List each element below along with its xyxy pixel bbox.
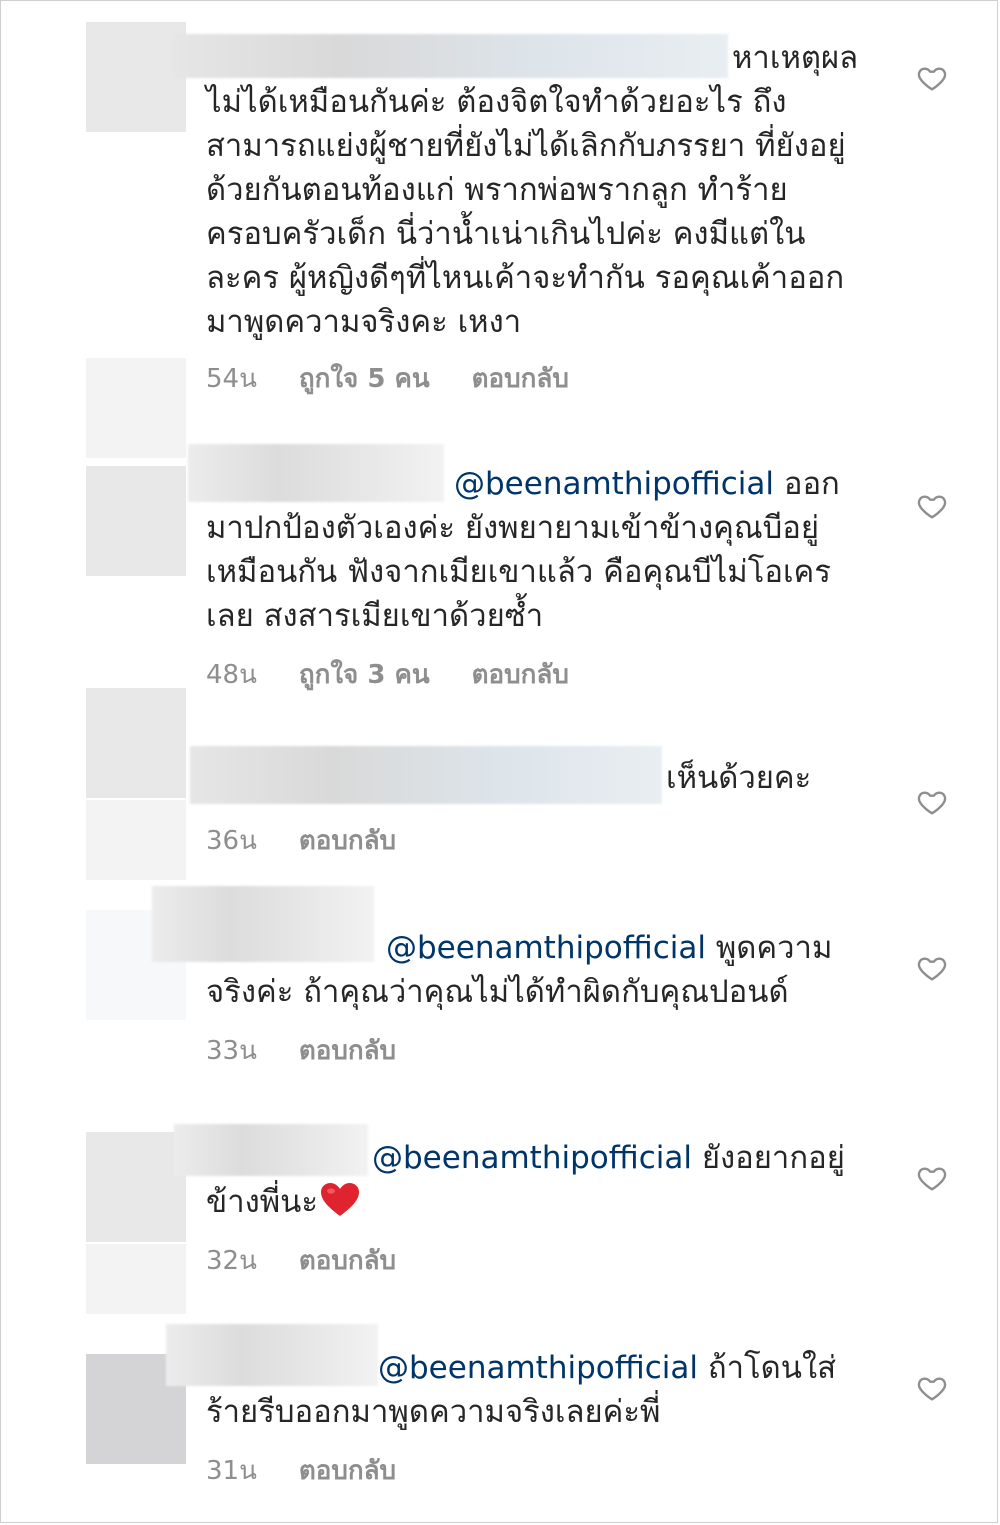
mention-link[interactable]: @beenamthipofficial bbox=[372, 1140, 692, 1176]
comment-first-line-text: ถ้าโดนใส่ bbox=[697, 1350, 837, 1386]
comment-text: หาเหตุผล ไม่ได้เหมือนกันค่ะ ต้องจิตใจทำด… bbox=[206, 36, 866, 344]
like-button[interactable] bbox=[916, 62, 948, 94]
likes-count[interactable]: ถูกใจ 3 คน bbox=[299, 654, 430, 695]
comment-body: มาปกป้องตัวเองค่ะ ยังพยายามเข้าข้างคุณบี… bbox=[206, 510, 831, 634]
avatar[interactable] bbox=[86, 688, 186, 798]
heart-outline-icon bbox=[917, 1377, 947, 1401]
like-button[interactable] bbox=[916, 1162, 948, 1194]
heart-outline-icon bbox=[917, 1167, 947, 1191]
comment-meta: 31น ตอบกลับ bbox=[206, 1450, 396, 1491]
comment-text: @beenamthipofficial ออก มาปกป้องตัวเองค่… bbox=[206, 462, 866, 638]
heart-outline-icon bbox=[917, 67, 947, 91]
comment-first-line-text: ยังอยากอยู่ bbox=[691, 1140, 845, 1176]
like-button[interactable] bbox=[916, 786, 948, 818]
comment-text: เห็นด้วยคะ bbox=[206, 756, 866, 800]
comment-time: 54น bbox=[206, 364, 257, 394]
comment-first-line: @beenamthipofficial ยังอยากอยู่ bbox=[206, 1136, 866, 1180]
reply-button[interactable]: ตอบกลับ bbox=[299, 1030, 396, 1071]
comment-first-line: เห็นด้วยคะ bbox=[666, 760, 812, 796]
comment-meta: 54น ถูกใจ 5 คน ตอบกลับ bbox=[206, 358, 569, 399]
comment-meta: 32น ตอบกลับ bbox=[206, 1240, 396, 1281]
avatar[interactable] bbox=[86, 1132, 186, 1242]
like-button[interactable] bbox=[916, 1372, 948, 1404]
reply-button[interactable]: ตอบกลับ bbox=[299, 1450, 396, 1491]
reply-button[interactable]: ตอบกลับ bbox=[299, 820, 396, 861]
mention-link[interactable]: @beenamthipofficial bbox=[386, 930, 706, 966]
heart-outline-icon bbox=[917, 495, 947, 519]
reply-button[interactable]: ตอบกลับ bbox=[299, 1240, 396, 1281]
comment-first-line-text: ออก bbox=[773, 466, 840, 502]
comment-text: @beenamthipofficial ยังอยากอยู่ ข้างพี่น… bbox=[206, 1136, 866, 1224]
comment-time: 32น bbox=[206, 1246, 257, 1276]
reply-button[interactable]: ตอบกลับ bbox=[472, 358, 569, 399]
avatar bbox=[86, 800, 186, 880]
avatar bbox=[86, 358, 186, 458]
heart-outline-icon bbox=[917, 791, 947, 815]
avatar bbox=[86, 1244, 186, 1314]
comment-body: ข้างพี่นะ bbox=[206, 1184, 319, 1220]
comment-meta: 48น ถูกใจ 3 คน ตอบกลับ bbox=[206, 654, 569, 695]
heart-outline-icon bbox=[917, 957, 947, 981]
comment-body: ร้ายรีบออกมาพูดความจริงเลยค่ะพี่ bbox=[206, 1394, 661, 1430]
comment-time: 48น bbox=[206, 660, 257, 690]
comment-text: @beenamthipofficial พูดความ จริงค่ะ ถ้าค… bbox=[206, 926, 866, 1014]
mention-link[interactable]: @beenamthipofficial bbox=[454, 466, 774, 502]
likes-count[interactable]: ถูกใจ 5 คน bbox=[299, 358, 430, 399]
comment-first-line-text: พูดความ bbox=[705, 930, 833, 966]
comment-meta: 36น ตอบกลับ bbox=[206, 820, 396, 861]
mention-link[interactable]: @beenamthipofficial bbox=[378, 1350, 698, 1386]
comment-body: จริงค่ะ ถ้าคุณว่าคุณไม่ได้ทำผิดกับคุณปอน… bbox=[206, 974, 789, 1010]
comment-first-line: @beenamthipofficial ถ้าโดนใส่ bbox=[206, 1346, 866, 1390]
comment-first-line: @beenamthipofficial ออก bbox=[206, 462, 866, 506]
avatar[interactable] bbox=[86, 466, 186, 576]
comment-time: 31น bbox=[206, 1456, 257, 1486]
comment-first-line: @beenamthipofficial พูดความ bbox=[206, 926, 866, 970]
reply-button[interactable]: ตอบกลับ bbox=[472, 654, 569, 695]
comment-meta: 33น ตอบกลับ bbox=[206, 1030, 396, 1071]
comment-text: @beenamthipofficial ถ้าโดนใส่ ร้ายรีบออก… bbox=[206, 1346, 866, 1434]
red-heart-emoji bbox=[321, 1183, 360, 1216]
comment-time: 36น bbox=[206, 826, 257, 856]
comment-time: 33น bbox=[206, 1036, 257, 1066]
comment-first-line: หาเหตุผล bbox=[732, 40, 859, 76]
avatar[interactable] bbox=[86, 22, 186, 132]
like-button[interactable] bbox=[916, 952, 948, 984]
comment-body: ไม่ได้เหมือนกันค่ะ ต้องจิตใจทำด้วยอะไร ถ… bbox=[206, 84, 846, 340]
like-button[interactable] bbox=[916, 490, 948, 522]
